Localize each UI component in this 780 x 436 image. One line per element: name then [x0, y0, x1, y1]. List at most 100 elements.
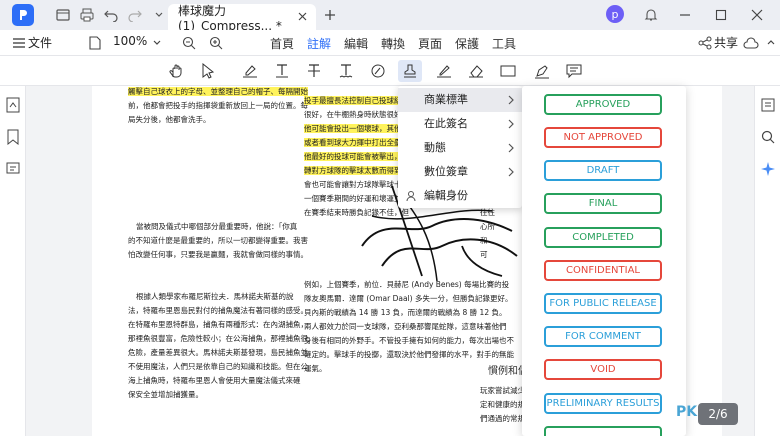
pen-tool-icon[interactable]: [530, 60, 554, 82]
stamp-for-public-release[interactable]: FOR PUBLIC RELEASE: [544, 293, 662, 314]
stamp-tool-icon[interactable]: [398, 60, 422, 82]
cloud-icon[interactable]: [740, 32, 762, 54]
close-tab-icon[interactable]: [294, 8, 310, 24]
chevron-down-icon[interactable]: [148, 4, 170, 26]
chevron-right-icon: [508, 167, 514, 177]
paragraph-line: 們通過的常規: [480, 414, 525, 423]
paragraph-line: 當被問及儀式中哪個部分最重要時，他說：「你真: [136, 222, 298, 231]
share-button[interactable]: 共享: [714, 34, 738, 51]
stamp-approved[interactable]: APPROVED: [544, 94, 662, 115]
tab-comment[interactable]: 註解: [307, 35, 332, 58]
zoom-level[interactable]: 100%: [113, 34, 147, 48]
menu-item-sign-here[interactable]: 在此簽名: [398, 112, 522, 136]
paragraph-line: 法，特羅布里恩島民對付的捕魚魔法有著同樣的感受。: [128, 306, 308, 315]
paragraph-line: 定和健康的規: [480, 400, 525, 409]
left-sidebar: [0, 86, 26, 436]
squiggly-tool-icon[interactable]: [334, 60, 358, 82]
chevron-right-icon: [508, 119, 514, 129]
user-edit-icon: [406, 191, 416, 202]
share-icon[interactable]: [694, 32, 716, 54]
menu-item-label: 編輯身份: [424, 189, 468, 202]
ai-sparkle-icon[interactable]: [759, 160, 777, 178]
paragraph-line: 前，他都會把投手的指揮袋重新放回上一局的位置。每: [128, 101, 308, 110]
tab-protect[interactable]: 保護: [455, 35, 479, 52]
strikethrough-tool-icon[interactable]: [302, 60, 326, 82]
stamp-not-approved[interactable]: NOT APPROVED: [544, 127, 662, 148]
annotation-toolbar: [0, 56, 780, 86]
pencil-tool-icon[interactable]: [366, 60, 390, 82]
tab-tools[interactable]: 工具: [492, 35, 516, 52]
highlight-tool-icon[interactable]: [238, 60, 262, 82]
paragraph-line: 身後有相同的外野手。不管投手擁有如何的能力，每次出場也不: [304, 336, 514, 345]
stamp-draft[interactable]: DRAFT: [544, 160, 662, 181]
menu-item-digital-signature[interactable]: 數位簽章: [398, 160, 522, 184]
new-tab-icon[interactable]: [320, 5, 340, 25]
comment-tool-icon[interactable]: [562, 60, 586, 82]
tab-home[interactable]: 首頁: [270, 35, 294, 52]
bookmark-icon[interactable]: [4, 128, 22, 146]
stamp-category-menu: 商業標準 在此簽名 動態 數位簽章 編輯身份: [398, 86, 522, 208]
zoom-in-icon[interactable]: [205, 32, 227, 54]
stamp-void[interactable]: VOID: [544, 359, 662, 380]
paragraph-line: 局失分後，他都會洗手。: [128, 115, 211, 124]
highlighted-text: 或者看到球大力揮中打出全壘打: [304, 138, 409, 147]
stamp-completed[interactable]: COMPLETED: [544, 227, 662, 248]
redo-icon[interactable]: [124, 4, 146, 26]
stamp-partial[interactable]: [544, 426, 662, 436]
zoom-chevron-icon[interactable]: [146, 32, 168, 54]
print-icon[interactable]: [76, 4, 98, 26]
right-sidebar: [754, 86, 780, 436]
tab-convert[interactable]: 轉換: [381, 35, 405, 52]
stamp-panel: APPROVED NOT APPROVED DRAFT FINAL COMPLE…: [522, 86, 686, 436]
menu-item-label: 動態: [424, 141, 446, 154]
stamp-for-comment[interactable]: FOR COMMENT: [544, 326, 662, 347]
page-icon[interactable]: [84, 32, 106, 54]
chevron-right-icon: [508, 143, 514, 153]
underline-tool-icon[interactable]: [270, 60, 294, 82]
menu-item-edit-identity[interactable]: 編輯身份: [398, 184, 522, 208]
paragraph-line: 保安全並增加捕獲量。: [128, 390, 203, 399]
menu-item-label: 數位簽章: [424, 165, 468, 178]
search-icon[interactable]: [759, 128, 777, 146]
watermark: PK: [676, 404, 698, 420]
stamp-final[interactable]: FINAL: [544, 193, 662, 214]
hand-tool-icon[interactable]: [164, 60, 188, 82]
stamp-preliminary-results[interactable]: PRELIMINARY RESULTS: [544, 393, 662, 414]
paragraph-line: 在特羅布里恩特群島，捕魚有兩種形式：在內湖捕魚，: [128, 320, 308, 329]
page-indicator: 2/6: [698, 403, 738, 425]
comment-list-icon[interactable]: [4, 160, 22, 178]
file-menu[interactable]: 文件: [28, 34, 52, 51]
tab-edit[interactable]: 編輯: [344, 35, 368, 52]
minimize-icon[interactable]: [674, 4, 696, 26]
document-tab[interactable]: 棒球魔力 (1)_Compress... *: [168, 4, 316, 33]
paragraph-line: 的不知道什麼是最重要的，所以一切都變得重要。我害: [128, 236, 308, 245]
paragraph-line: 玩家嘗試減少: [480, 386, 525, 395]
open-file-icon[interactable]: [52, 4, 74, 26]
paragraph-line: 兩人都效力於同一支球隊，亞利桑那響尾蛇隊，這意味著他們: [304, 322, 507, 331]
maximize-icon[interactable]: [710, 4, 732, 26]
properties-icon[interactable]: [759, 96, 777, 114]
sign-tool-icon[interactable]: [432, 60, 456, 82]
avatar[interactable]: p: [606, 5, 624, 23]
paragraph-line: 危險，產量差異很大。馬林諾夫斯基發現，島民捕魚並: [128, 348, 308, 357]
menu-item-business-standard[interactable]: 商業標準: [398, 88, 522, 112]
hamburger-menu-icon[interactable]: [8, 32, 30, 54]
menu-bar: 文件 100% 首頁 註解 編輯 轉換 頁面 保護 工具 共享: [0, 30, 780, 58]
stamp-confidential[interactable]: CONFIDENTIAL: [544, 260, 662, 281]
select-tool-icon[interactable]: [196, 60, 220, 82]
collapse-chevron-icon[interactable]: [760, 32, 780, 54]
menu-item-label: 在此簽名: [424, 117, 468, 130]
zoom-out-icon[interactable]: [178, 32, 200, 54]
rectangle-tool-icon[interactable]: [496, 60, 520, 82]
paragraph-line: 怕改變任何事，只要我是贏麵，我就會做同樣的事情。: [128, 250, 308, 259]
close-icon[interactable]: [746, 4, 768, 26]
paragraph-line: 不使用魔法，人們只是依靠自己的知識和技能。但在公: [128, 362, 308, 371]
title-bar: 棒球魔力 (1)_Compress... * p: [0, 0, 780, 33]
eraser-tool-icon[interactable]: [464, 60, 488, 82]
bell-icon[interactable]: [640, 4, 662, 26]
paragraph-line: 根據人類學家布羅尼斯拉夫．馬林諾夫斯基的說: [136, 292, 294, 301]
thumbnail-icon[interactable]: [4, 96, 22, 114]
tab-page[interactable]: 頁面: [418, 35, 442, 52]
menu-item-dynamic[interactable]: 動態: [398, 136, 522, 160]
undo-icon[interactable]: [100, 4, 122, 26]
